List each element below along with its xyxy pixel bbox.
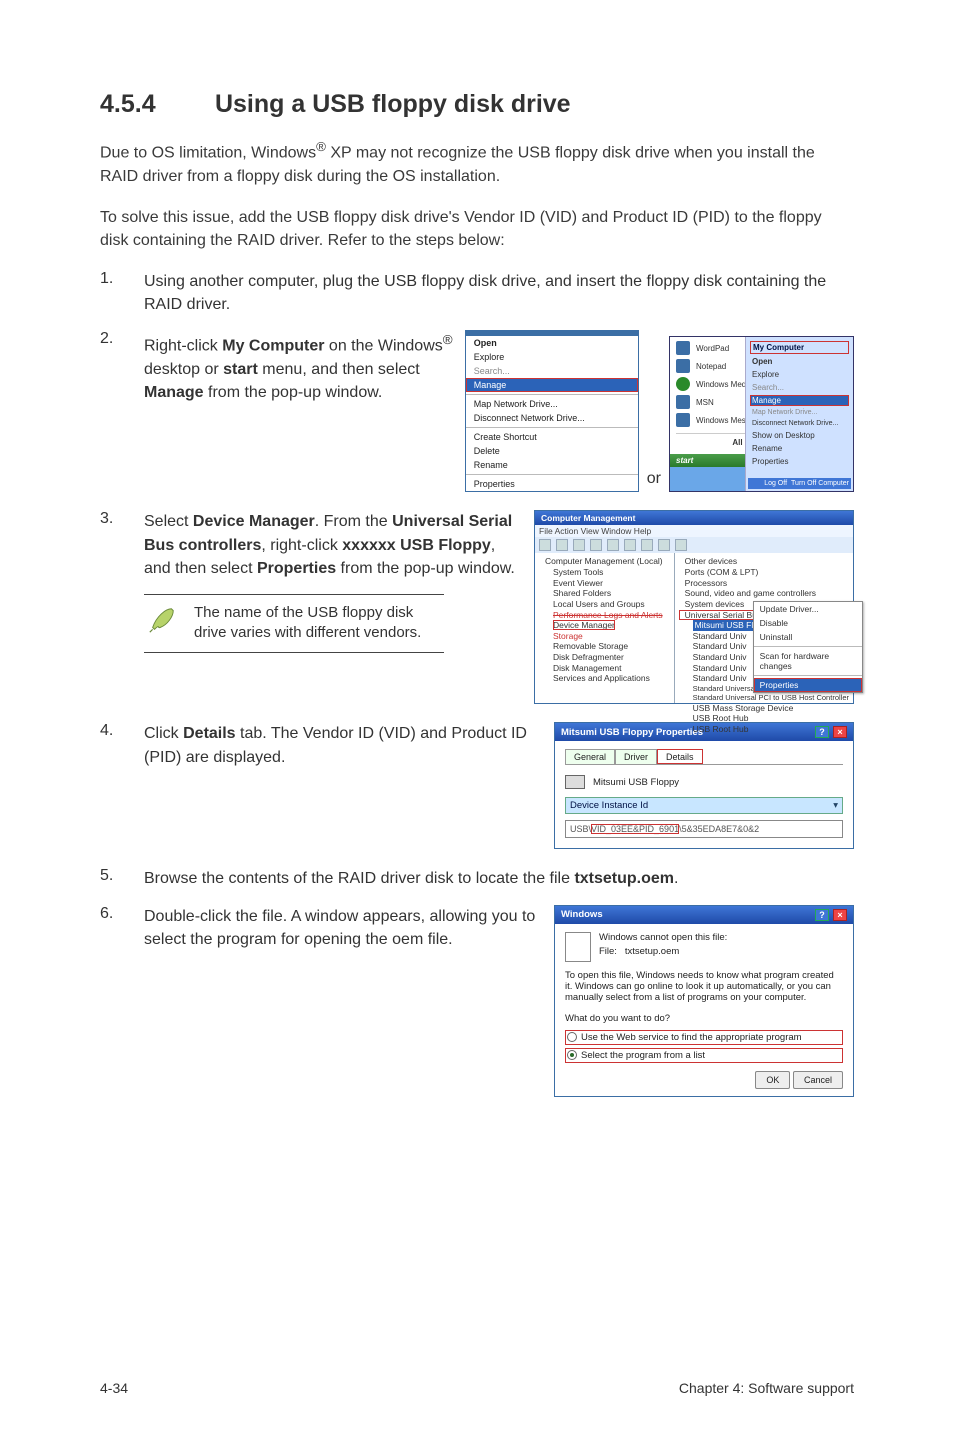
desktop-context-menu: Open Explore Search... Manage Map Networ… [465, 330, 639, 492]
device-instance-id-value: USB\VID_03EE&PID_6901\5&35EDA8E7&0&2 [565, 820, 843, 838]
tab-general[interactable]: General [565, 749, 615, 764]
menu-manage[interactable]: Manage [466, 378, 638, 392]
tab-details[interactable]: Details [657, 749, 703, 764]
radio-web[interactable] [567, 1032, 577, 1042]
menu-search[interactable]: Search... [466, 364, 638, 378]
close-button[interactable]: × [833, 909, 847, 921]
startright-showdesktop[interactable]: Show on Desktop [750, 430, 849, 441]
usb-icon [565, 775, 585, 789]
open-with-dialog: Windows ? × Windows cannot open this fil… [554, 905, 854, 1097]
mgmt-toolbar[interactable] [535, 537, 853, 553]
startright-search[interactable]: Search... [750, 382, 849, 393]
note-block: The name of the USB floppy disk drive va… [144, 594, 444, 653]
wordpad-icon [676, 341, 690, 355]
notepad-icon [676, 359, 690, 373]
startright-open[interactable]: Open [750, 356, 849, 367]
ctx-disable[interactable]: Disable [754, 616, 862, 630]
startright-manage[interactable]: Manage [750, 395, 849, 406]
step-5: 5. Browse the contents of the RAID drive… [100, 867, 854, 890]
step-1: 1. Using another computer, plug the USB … [100, 270, 854, 316]
tab-driver[interactable]: Driver [615, 749, 657, 764]
section-title: Using a USB floppy disk drive [215, 90, 571, 118]
ctx-scan[interactable]: Scan for hardware changes [754, 649, 862, 673]
startright-disconnect[interactable]: Disconnect Network Drive... [750, 419, 849, 428]
menu-map-drive[interactable]: Map Network Drive... [466, 397, 638, 411]
chevron-down-icon: ▾ [833, 800, 838, 811]
menu-open[interactable]: Open [466, 336, 638, 350]
startright-my-computer[interactable]: My Computer [750, 341, 849, 354]
step-4: 4. Click Details tab. The Vendor ID (VID… [100, 722, 542, 768]
menu-explore[interactable]: Explore [466, 350, 638, 364]
step-4-row: 4. Click Details tab. The Vendor ID (VID… [100, 722, 854, 849]
mgmt-menubar[interactable]: File Action View Window Help [535, 525, 853, 537]
step-6: 6. Double-click the file. A window appea… [100, 905, 542, 951]
section-number: 4.5.4 [100, 90, 208, 119]
openwith-message: Windows cannot open this file: [599, 932, 727, 943]
mgmt-left-tree[interactable]: Computer Management (Local) System Tools… [535, 553, 675, 703]
radio-list[interactable] [567, 1050, 577, 1060]
intro-paragraph-2: To solve this issue, add the USB floppy … [100, 206, 854, 252]
or-label: or [643, 470, 665, 492]
startright-rename[interactable]: Rename [750, 443, 849, 454]
page-footer: 4-34 Chapter 4: Software support [100, 1380, 854, 1396]
ctx-properties[interactable]: Properties [754, 678, 862, 692]
mgmt-titlebar: Computer Management [535, 511, 853, 525]
menu-disconnect-drive[interactable]: Disconnect Network Drive... [466, 411, 638, 425]
mgmt-right-tree[interactable]: Other devices Ports (COM & LPT) Processo… [675, 553, 853, 703]
openwith-file-label: File: [599, 946, 617, 957]
note-text: The name of the USB floppy disk drive va… [194, 603, 444, 644]
props-device-name: Mitsumi USB Floppy [593, 777, 679, 788]
logoff-button[interactable]: Log Off [764, 480, 787, 487]
device-instance-id-select[interactable]: Device Instance Id ▾ [565, 797, 843, 814]
menu-properties[interactable]: Properties [466, 477, 638, 491]
menu-rename[interactable]: Rename [466, 458, 638, 472]
file-icon [565, 932, 591, 962]
startright-properties[interactable]: Properties [750, 456, 849, 467]
page-number: 4-34 [100, 1380, 128, 1396]
help-button[interactable]: ? [815, 909, 829, 921]
note-pen-icon [144, 603, 180, 637]
ok-button[interactable]: OK [755, 1071, 790, 1089]
step-2: 2. Right-click My Computer on the Window… [100, 330, 453, 404]
section-heading: 4.5.4 Using a USB floppy disk drive [100, 90, 854, 119]
startright-explore[interactable]: Explore [750, 369, 849, 380]
openwith-opt-list[interactable]: Select the program from a list [565, 1048, 843, 1063]
step-3: 3. Select Device Manager. From the Unive… [100, 510, 522, 580]
ctx-update-driver[interactable]: Update Driver... [754, 602, 862, 616]
openwith-opt-web[interactable]: Use the Web service to find the appropri… [565, 1030, 843, 1045]
turnoff-button[interactable]: Turn Off Computer [791, 480, 849, 487]
wmp-icon [676, 377, 690, 391]
step-6-row: 6. Double-click the file. A window appea… [100, 905, 854, 1097]
openwith-question: What do you want to do? [565, 1013, 843, 1024]
ctx-uninstall[interactable]: Uninstall [754, 630, 862, 644]
props-tabs: General Driver Details [565, 749, 843, 765]
device-context-menu: Update Driver... Disable Uninstall Scan … [753, 601, 863, 693]
properties-dialog: Mitsumi USB Floppy Properties ? × Genera… [554, 722, 854, 849]
step-2-row: 2. Right-click My Computer on the Window… [100, 330, 854, 492]
menu-delete[interactable]: Delete [466, 444, 638, 458]
messenger-icon [676, 413, 690, 427]
openwith-description: To open this file, Windows needs to know… [565, 970, 843, 1003]
computer-management-window: Computer Management File Action View Win… [534, 510, 854, 704]
cancel-button[interactable]: Cancel [793, 1071, 843, 1089]
openwith-file-name: txtsetup.oem [625, 946, 679, 957]
step-3-row: 3. Select Device Manager. From the Unive… [100, 510, 854, 704]
menu-create-shortcut[interactable]: Create Shortcut [466, 430, 638, 444]
start-right-panel: My Computer Open Explore Search... Manag… [745, 337, 853, 491]
intro-paragraph-1: Due to OS limitation, Windows® XP may no… [100, 137, 854, 188]
chapter-label: Chapter 4: Software support [679, 1380, 854, 1396]
start-menu: WordPad Notepad Windows Media Player MSN… [669, 336, 854, 492]
msn-icon [676, 395, 690, 409]
startright-map[interactable]: Map Network Drive... [750, 408, 849, 417]
openwith-titlebar: Windows ? × [555, 906, 853, 924]
